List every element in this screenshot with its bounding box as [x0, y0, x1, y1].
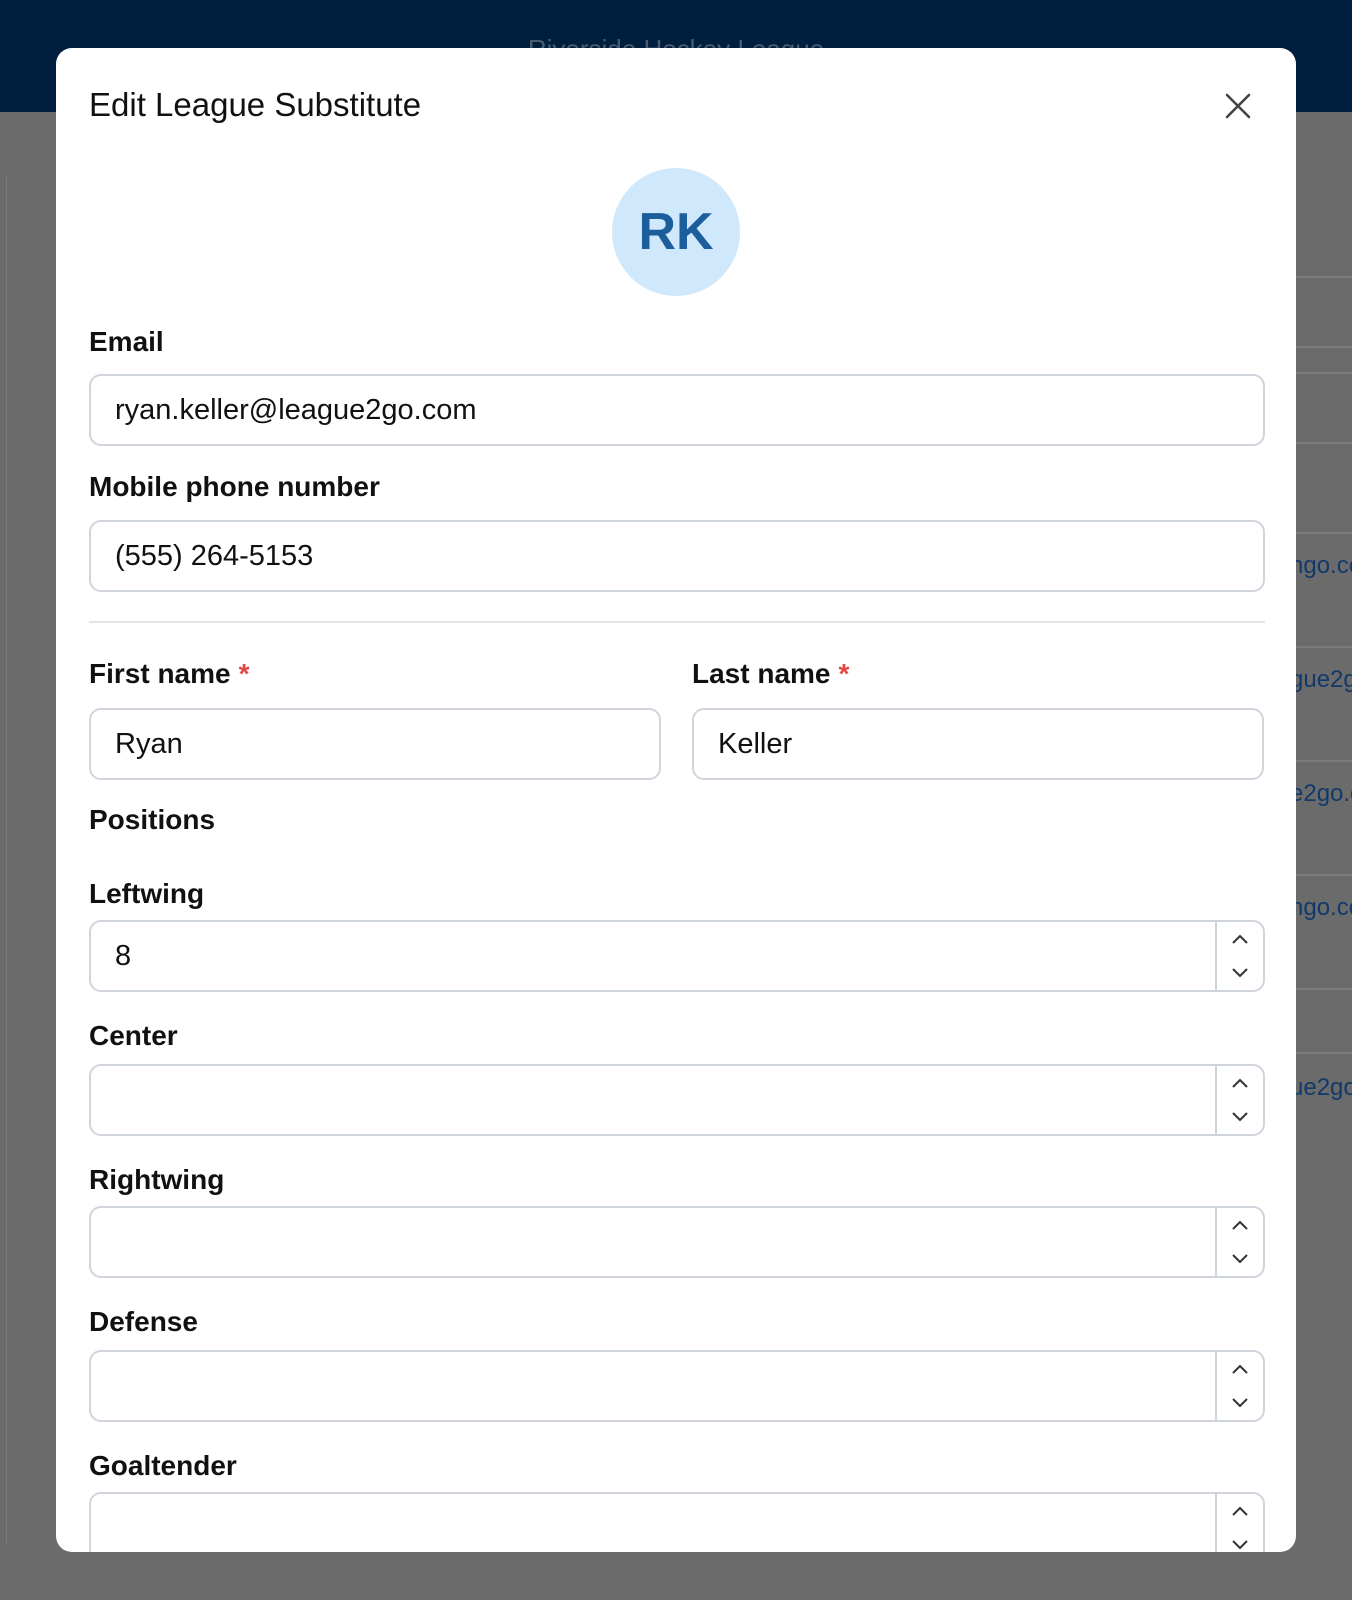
chevron-down-icon [1232, 1398, 1248, 1408]
table-divider [1290, 372, 1352, 374]
defense-stepper[interactable] [89, 1350, 1265, 1422]
required-mark: * [838, 658, 850, 689]
chevron-up-icon [1232, 934, 1248, 944]
increment-button[interactable] [1217, 1494, 1263, 1528]
table-divider [1290, 346, 1352, 348]
phone-field[interactable]: (555) 264-5153 [89, 520, 1265, 592]
first-name-label-text: First name [89, 658, 231, 689]
close-button[interactable] [1216, 84, 1260, 128]
chevron-up-icon [1232, 1364, 1248, 1374]
table-cell-email[interactable]: gue2go [1290, 666, 1352, 694]
first-name-label: First name * [89, 658, 250, 690]
table-divider [1290, 532, 1352, 534]
defense-label: Defense [89, 1306, 198, 1337]
center-label: Center [89, 1020, 178, 1051]
stepper-controls [1215, 1494, 1263, 1552]
leftwing-value: 8 [115, 939, 132, 972]
email-field[interactable]: ryan.keller@league2go.com [89, 374, 1265, 446]
decrement-button[interactable] [1217, 1242, 1263, 1276]
phone-label: Mobile phone number [89, 471, 380, 502]
table-divider [1290, 760, 1352, 762]
chevron-up-icon [1232, 1220, 1248, 1230]
email-value: ryan.keller@league2go.com [115, 393, 477, 426]
phone-value: (555) 264-5153 [115, 539, 314, 572]
positions-heading: Positions [89, 804, 216, 835]
decrement-button[interactable] [1217, 956, 1263, 990]
stepper-controls [1215, 922, 1263, 990]
close-icon [1225, 93, 1251, 119]
table-cell-email[interactable]: ngo.co [1290, 552, 1352, 580]
increment-button[interactable] [1217, 1352, 1263, 1386]
stepper-controls [1215, 1352, 1263, 1420]
table-cell-email[interactable]: ue2go. [1290, 1074, 1352, 1102]
rightwing-label: Rightwing [89, 1164, 225, 1195]
increment-button[interactable] [1217, 1066, 1263, 1100]
decrement-button[interactable] [1217, 1100, 1263, 1134]
last-name-field[interactable]: Keller [692, 708, 1264, 780]
table-cell-email[interactable]: ngo.co [1290, 894, 1352, 922]
table-cell-email[interactable]: e2go.c [1290, 780, 1352, 808]
leftwing-label: Leftwing [89, 878, 205, 909]
panel-border [6, 175, 7, 1545]
chevron-down-icon [1232, 1254, 1248, 1264]
stepper-controls [1215, 1208, 1263, 1276]
goaltender-label: Goaltender [89, 1450, 237, 1481]
chevron-down-icon [1232, 968, 1248, 978]
rightwing-stepper[interactable] [89, 1206, 1265, 1278]
dialog-title: Edit League Substitute [89, 86, 422, 123]
edit-substitute-dialog: Edit League Substitute RK Email ryan.kel… [56, 48, 1296, 1552]
table-divider [1290, 988, 1352, 990]
email-label: Email [89, 326, 164, 357]
stepper-controls [1215, 1066, 1263, 1134]
first-name-field[interactable]: Ryan [89, 708, 661, 780]
avatar: RK [612, 168, 740, 296]
table-divider [1290, 1052, 1352, 1054]
last-name-label: Last name * [692, 658, 849, 690]
table-divider [1290, 442, 1352, 444]
chevron-down-icon [1232, 1540, 1248, 1550]
increment-button[interactable] [1217, 922, 1263, 956]
leftwing-stepper[interactable]: 8 [89, 920, 1265, 992]
last-name-label-text: Last name [692, 658, 831, 689]
first-name-value: Ryan [115, 727, 183, 760]
center-stepper[interactable] [89, 1064, 1265, 1136]
chevron-up-icon [1232, 1078, 1248, 1088]
increment-button[interactable] [1217, 1208, 1263, 1242]
chevron-up-icon [1232, 1506, 1248, 1516]
avatar-initials: RK [638, 203, 714, 261]
last-name-value: Keller [718, 727, 793, 760]
required-mark: * [238, 658, 250, 689]
decrement-button[interactable] [1217, 1528, 1263, 1552]
divider [89, 621, 1265, 623]
table-divider [1290, 874, 1352, 876]
chevron-down-icon [1232, 1112, 1248, 1122]
decrement-button[interactable] [1217, 1386, 1263, 1420]
goaltender-stepper[interactable] [89, 1492, 1265, 1552]
table-divider [1290, 646, 1352, 648]
table-divider [1290, 276, 1352, 278]
